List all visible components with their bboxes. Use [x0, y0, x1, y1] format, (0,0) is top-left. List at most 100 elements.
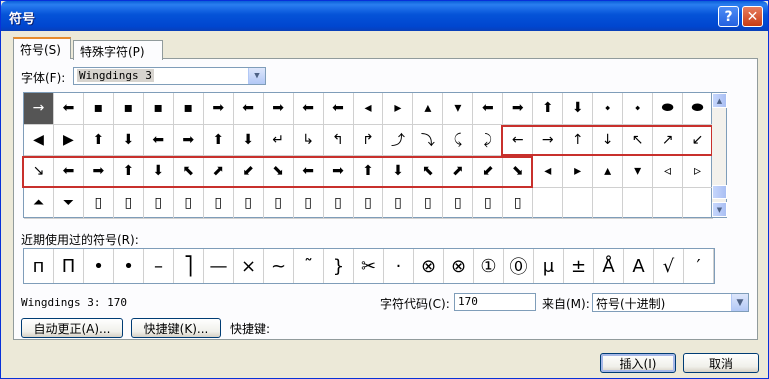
from-select[interactable]: 符号(十进制) ▼: [592, 293, 749, 312]
symbol-cell[interactable]: ⬊: [503, 156, 534, 188]
symbol-cell[interactable]: ▯: [293, 187, 324, 219]
symbol-cell[interactable]: ▯: [233, 187, 264, 219]
symbol-cell[interactable]: →: [533, 124, 564, 156]
symbol-cell[interactable]: ➡: [323, 156, 354, 188]
symbol-cell[interactable]: ⬅: [293, 93, 324, 125]
symbol-cell[interactable]: ⤴: [383, 124, 414, 156]
symbol-cell[interactable]: ↘: [24, 156, 54, 188]
scroll-down-icon[interactable]: ▼: [712, 202, 727, 217]
recent-symbol-cell[interactable]: μ: [534, 249, 564, 283]
recent-symbol-cell[interactable]: ′: [684, 249, 714, 283]
symbol-cell[interactable]: [683, 187, 713, 219]
shortcut-key-button[interactable]: 快捷键(K)...: [131, 318, 221, 338]
help-button[interactable]: ?: [718, 6, 739, 27]
symbol-cell[interactable]: ↙: [683, 124, 713, 156]
symbol-cell[interactable]: ↱: [353, 124, 384, 156]
symbol-cell[interactable]: ➡: [83, 156, 114, 188]
symbol-cell[interactable]: ⬆: [203, 124, 234, 156]
recent-symbol-cell[interactable]: ˜: [294, 249, 324, 283]
symbol-cell[interactable]: ⬅: [473, 93, 504, 125]
symbol-cell[interactable]: ▯: [263, 187, 294, 219]
recent-symbol-cell[interactable]: ⊗: [414, 249, 444, 283]
symbol-cell[interactable]: ↳: [293, 124, 324, 156]
recent-symbol-cell[interactable]: ⎤: [174, 249, 204, 283]
symbol-cell[interactable]: ↑: [563, 124, 594, 156]
tab-symbols[interactable]: 符号(S): [13, 37, 71, 59]
symbol-cell[interactable]: ➡: [203, 93, 234, 125]
symbol-cell[interactable]: ⬅: [53, 156, 84, 188]
symbol-cell[interactable]: ▯: [173, 187, 204, 219]
symbol-cell[interactable]: ▶: [53, 124, 84, 156]
recent-symbol-cell[interactable]: ×: [234, 249, 264, 283]
symbol-cell[interactable]: ▯: [323, 187, 354, 219]
recent-symbol-cell[interactable]: —: [204, 249, 234, 283]
symbol-cell[interactable]: ⬅: [53, 93, 84, 125]
chevron-down-icon[interactable]: ▼: [731, 294, 748, 311]
symbol-cell[interactable]: ▯: [443, 187, 474, 219]
insert-button[interactable]: 插入(I): [600, 353, 676, 373]
symbol-cell[interactable]: ⤵: [413, 124, 444, 156]
symbol-cell[interactable]: ⏷: [53, 187, 84, 219]
scroll-thumb[interactable]: [712, 185, 727, 199]
autocorrect-button[interactable]: 自动更正(A)...: [21, 318, 123, 338]
symbol-cell[interactable]: ⬇: [383, 156, 414, 188]
symbol-cell[interactable]: ◀: [24, 124, 54, 156]
symbol-cell[interactable]: ◃: [653, 156, 684, 188]
symbol-cell[interactable]: ⬩: [623, 93, 654, 125]
symbol-grid[interactable]: → ⬅ ▪ ▪ ▪ ▪ ➡ ⬅ ➡ ⬅ ⬅ ◂ ▸ ▴ ▾ ⬅ ➡ ⬆ ⬇ ⬩ ⬩ ⬬ ⬬ ◀ ▶ ⬆ ⬇ ⬅ ➡ ⬆ ⬇ ↵ ↳ ↰ ↱ ⤴ ⤵ ⤹ ⤸ ←…: [22, 92, 713, 219]
symbol-cell[interactable]: ⬇: [113, 124, 144, 156]
symbol-cell[interactable]: ⬈: [203, 156, 234, 188]
symbol-cell[interactable]: ⤸: [473, 124, 504, 156]
symbol-cell[interactable]: ⬬: [653, 93, 684, 125]
recent-symbol-cell[interactable]: •: [114, 249, 144, 283]
recent-symbol-cell[interactable]: П: [54, 249, 84, 283]
symbol-cell[interactable]: ➡: [173, 124, 204, 156]
symbol-cell[interactable]: ➡: [503, 93, 534, 125]
symbol-cell[interactable]: ⤹: [443, 124, 474, 156]
symbol-cell[interactable]: ▯: [113, 187, 144, 219]
grid-scrollbar[interactable]: ▲ ▼: [712, 92, 727, 218]
symbol-cell[interactable]: ▪: [83, 93, 114, 125]
symbol-cell[interactable]: ⬋: [233, 156, 264, 188]
recent-symbol-cell[interactable]: Å: [594, 249, 624, 283]
symbol-cell[interactable]: ↵: [263, 124, 294, 156]
symbol-cell[interactable]: ⬋: [473, 156, 504, 188]
symbol-cell[interactable]: ↖: [623, 124, 654, 156]
symbol-cell[interactable]: ⬆: [353, 156, 384, 188]
symbol-cell[interactable]: [653, 187, 684, 219]
cancel-button[interactable]: 取消: [683, 353, 759, 373]
symbol-cell[interactable]: ▯: [383, 187, 414, 219]
symbol-cell[interactable]: ⬅: [323, 93, 354, 125]
symbol-cell[interactable]: ▸: [563, 156, 594, 188]
recent-symbol-cell[interactable]: }: [324, 249, 354, 283]
symbol-cell[interactable]: ⬇: [143, 156, 174, 188]
symbol-cell[interactable]: ▪: [113, 93, 144, 125]
recent-symbol-cell[interactable]: –: [144, 249, 174, 283]
symbol-cell[interactable]: ▯: [413, 187, 444, 219]
recent-symbol-cell[interactable]: ⓪: [504, 249, 534, 283]
symbol-cell[interactable]: ⬩: [593, 93, 624, 125]
font-select[interactable]: Wingdings 3 ▼: [73, 67, 266, 85]
symbol-cell[interactable]: ⬇: [233, 124, 264, 156]
symbol-cell[interactable]: ▴: [593, 156, 624, 188]
recent-symbol-cell[interactable]: √: [654, 249, 684, 283]
symbol-cell[interactable]: ↓: [593, 124, 624, 156]
symbol-cell[interactable]: ▯: [473, 187, 504, 219]
close-button[interactable]: ✕: [742, 6, 763, 27]
symbol-cell[interactable]: ▹: [683, 156, 713, 188]
recent-symbol-cell[interactable]: ✂: [354, 249, 384, 283]
symbol-cell[interactable]: ▯: [203, 187, 234, 219]
recent-symbol-cell[interactable]: A: [624, 249, 654, 283]
symbol-cell[interactable]: [623, 187, 654, 219]
symbol-cell[interactable]: ◂: [353, 93, 384, 125]
symbol-cell[interactable]: ▯: [353, 187, 384, 219]
symbol-cell[interactable]: ▯: [143, 187, 174, 219]
symbol-cell[interactable]: ⬉: [413, 156, 444, 188]
symbol-cell[interactable]: ⬅: [233, 93, 264, 125]
symbol-cell[interactable]: ➡: [263, 93, 294, 125]
recent-symbol-cell[interactable]: ·: [384, 249, 414, 283]
recent-symbols[interactable]: п П • • – ⎤ — × ~ ˜} ✂ · ⊗ ⊗ ① ⓪ μ ± Å A √ ′: [23, 248, 715, 284]
symbol-cell[interactable]: ⬅: [293, 156, 324, 188]
symbol-cell[interactable]: ▾: [443, 93, 474, 125]
symbol-cell[interactable]: ←: [503, 124, 534, 156]
